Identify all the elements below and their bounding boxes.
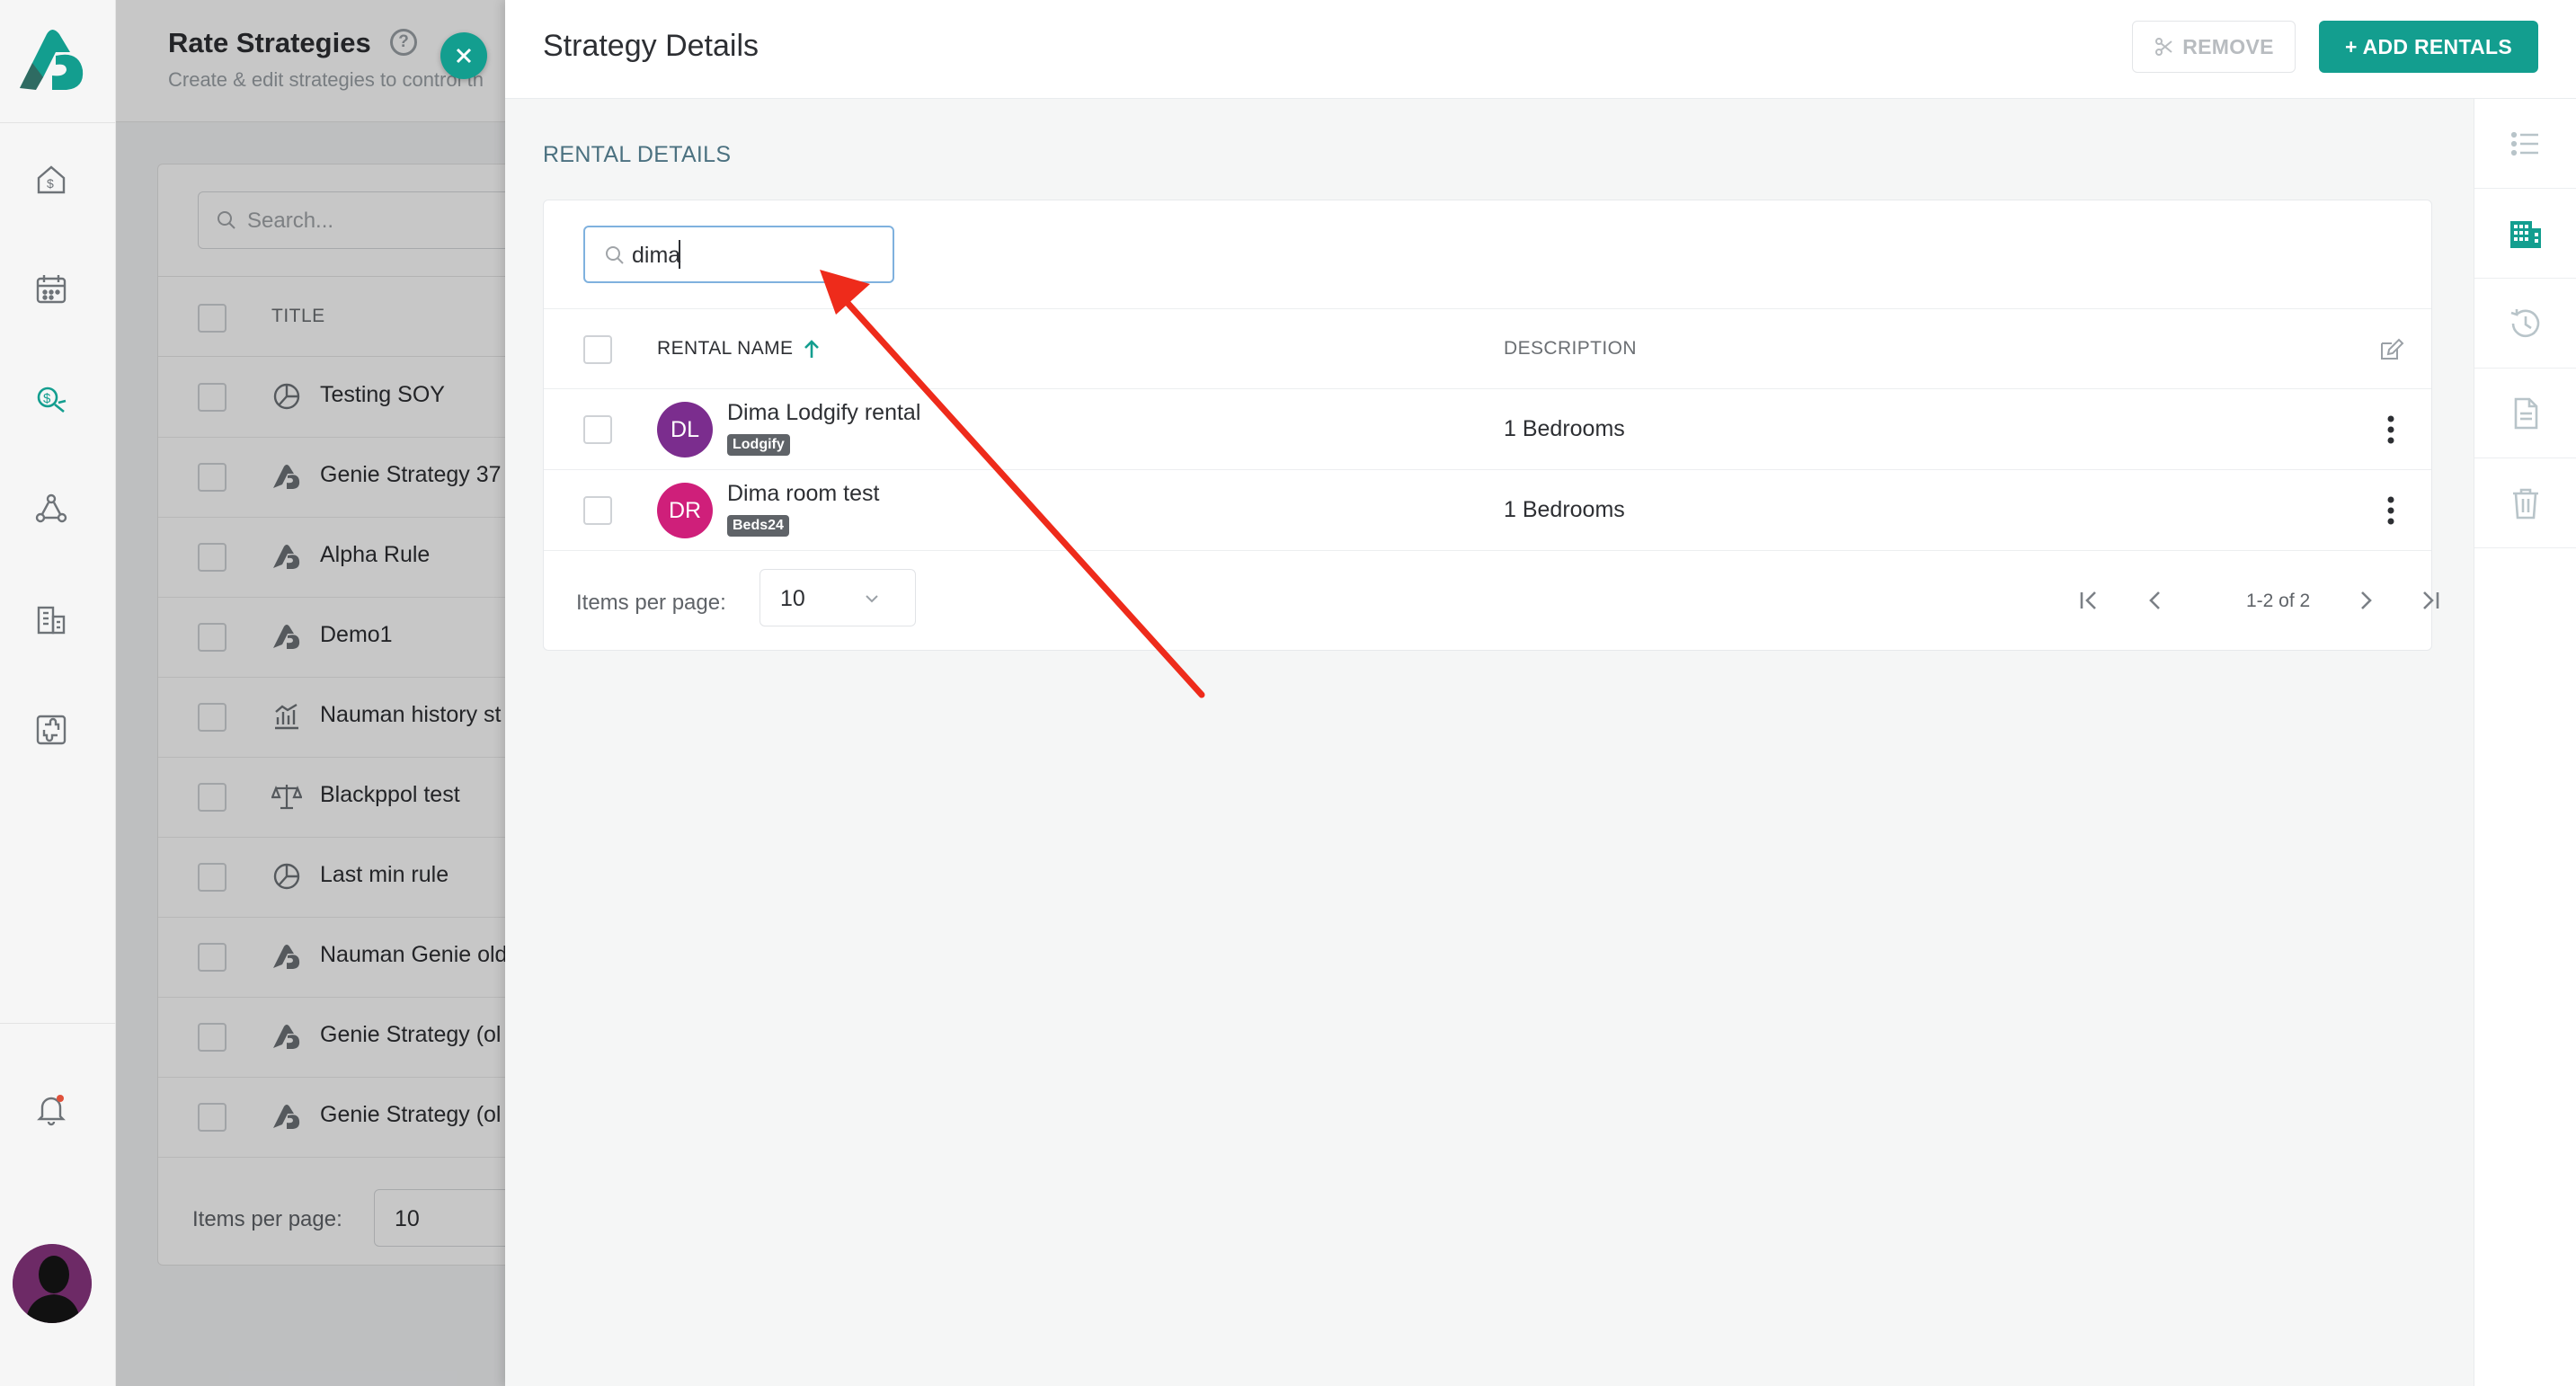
rail-history-tab[interactable] [2474, 279, 2576, 369]
first-page-icon [2080, 591, 2096, 609]
rail-notes-tab[interactable] [2474, 369, 2576, 458]
search-value: dima [632, 243, 681, 268]
text-caret [679, 240, 680, 269]
select-all-checkbox[interactable] [583, 335, 612, 364]
first-page-button[interactable] [2072, 583, 2106, 617]
pricing-house-icon[interactable]: $ [30, 158, 73, 201]
previous-page-button[interactable] [2138, 583, 2172, 617]
list-icon [2510, 131, 2538, 155]
items-per-page-select[interactable]: 10 [759, 569, 916, 626]
items-per-page-label: Items per page: [576, 591, 726, 615]
column-rental-name[interactable]: RENTAL NAME [657, 338, 822, 360]
rail-divider [0, 1023, 116, 1024]
more-vertical-icon[interactable] [2385, 413, 2397, 447]
drawer-title: Strategy Details [543, 29, 759, 63]
channel-badge: Beds24 [727, 515, 789, 537]
rental-description: 1 Bedrooms [1504, 416, 1625, 441]
column-description[interactable]: DESCRIPTION [1504, 338, 1637, 360]
document-icon [2514, 397, 2538, 429]
remove-label: REMOVE [2182, 34, 2274, 58]
section-title: RENTAL DETAILS [543, 142, 732, 167]
remove-button[interactable]: REMOVE [2132, 21, 2296, 73]
close-icon [456, 48, 472, 64]
close-drawer-button[interactable] [440, 32, 487, 79]
rentals-table-footer: Items per page: 10 1-2 of 2 [544, 551, 2439, 650]
channels-icon[interactable] [30, 487, 73, 530]
scissors-icon [2155, 38, 2172, 56]
drawer-side-nav [2474, 99, 2576, 1386]
rental-avatar: DR [657, 483, 713, 538]
integrations-icon[interactable] [30, 708, 73, 751]
svg-text:$: $ [43, 391, 51, 406]
history-icon [2510, 308, 2540, 337]
rental-search-input[interactable]: dima [583, 226, 894, 283]
rail-delete-tab[interactable] [2474, 458, 2576, 548]
rail-details-tab[interactable] [2474, 99, 2576, 189]
chevron-down-icon [866, 595, 878, 603]
app-nav-rail: $ $ [0, 0, 116, 1386]
rail-rentals-tab[interactable] [2474, 189, 2576, 279]
add-rentals-button[interactable]: + ADD RENTALS [2319, 21, 2538, 73]
svg-text:$: $ [47, 176, 54, 191]
building-grid-icon [2510, 220, 2541, 248]
rental-avatar: DL [657, 402, 713, 458]
row-checkbox[interactable] [583, 415, 612, 444]
chevron-right-icon [2361, 591, 2372, 609]
rail-divider [0, 122, 116, 123]
items-per-page-value: 10 [780, 586, 805, 611]
chevron-left-icon [2149, 591, 2160, 609]
buildings-icon[interactable] [30, 599, 73, 642]
column-rental-name-label: RENTAL NAME [657, 338, 794, 359]
search-icon [606, 246, 624, 264]
rental-name[interactable]: Dima Lodgify rental [727, 400, 920, 426]
pagination-range: 1-2 of 2 [2246, 591, 2311, 611]
user-avatar[interactable] [13, 1244, 92, 1323]
last-page-icon [2423, 591, 2439, 609]
add-rentals-label: + ADD RENTALS [2345, 34, 2512, 58]
rental-name[interactable]: Dima room test [727, 481, 879, 507]
bell-icon[interactable] [30, 1088, 73, 1131]
row-checkbox[interactable] [583, 496, 612, 525]
rentals-table-card: dima RENTAL NAME DESCRIPTION DL Dima Lodg… [543, 200, 2439, 651]
rategenie-logo[interactable] [16, 25, 90, 93]
calendar-icon[interactable] [30, 268, 73, 311]
sort-ascending-icon [804, 340, 820, 358]
more-vertical-icon[interactable] [2385, 493, 2397, 528]
trash-icon [2513, 488, 2538, 519]
strategy-details-drawer: Strategy Details REMOVE + ADD RENTALS RE… [505, 0, 2576, 1386]
rentals-table-header: RENTAL NAME DESCRIPTION [544, 308, 2431, 389]
last-page-button[interactable] [2413, 583, 2447, 617]
rate-strategies-icon[interactable]: $ [30, 378, 73, 421]
drawer-header: Strategy Details REMOVE + ADD RENTALS [505, 0, 2576, 99]
rental-row[interactable]: DR Dima room test Beds24 1 Bedrooms [544, 470, 2431, 551]
rental-description: 1 Bedrooms [1504, 497, 1625, 522]
edit-columns-icon[interactable] [2377, 336, 2404, 363]
channel-badge: Lodgify [727, 434, 790, 456]
rental-row[interactable]: DL Dima Lodgify rental Lodgify 1 Bedrooms [544, 389, 2431, 470]
next-page-button[interactable] [2349, 583, 2383, 617]
